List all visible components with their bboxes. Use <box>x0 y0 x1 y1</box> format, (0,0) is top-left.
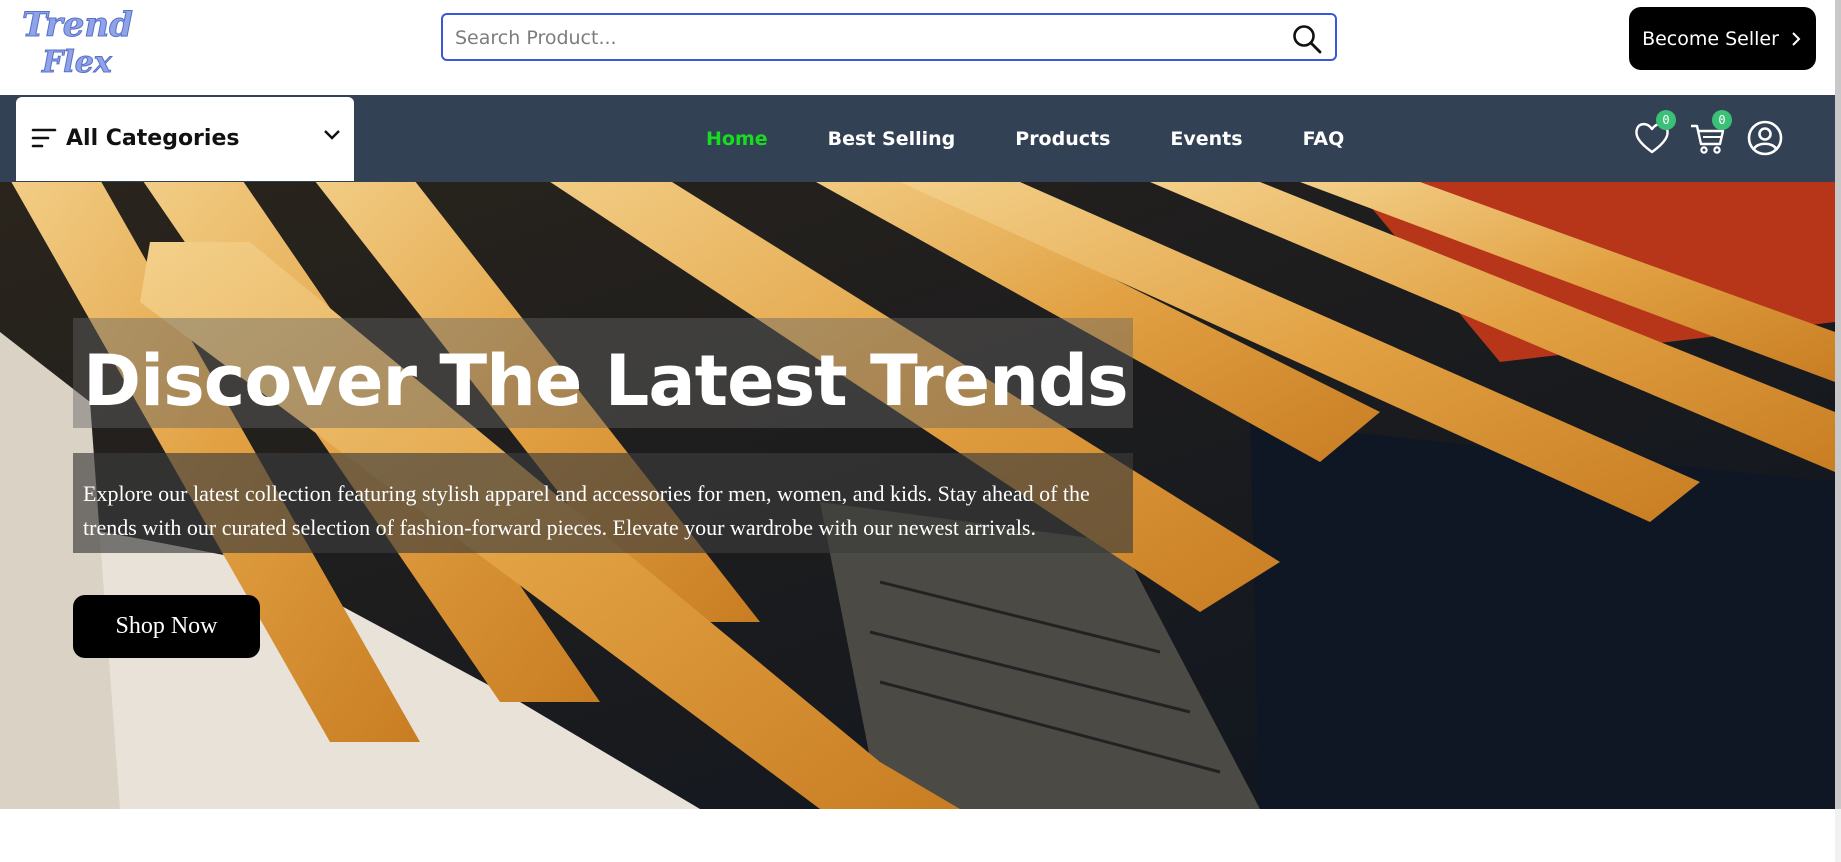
all-categories-label: All Categories <box>66 126 240 151</box>
nav-links: Home Best Selling Products Events FAQ <box>706 95 1404 182</box>
main-navbar: All Categories Home Best Selling Product… <box>0 95 1835 182</box>
become-seller-label: Become Seller <box>1642 27 1779 50</box>
hero-description: Explore our latest collection featuring … <box>83 481 1090 540</box>
search-icon[interactable] <box>1291 23 1323 55</box>
chevron-right-icon <box>1792 31 1801 46</box>
hero-banner: Discover The Latest Trends Explore our l… <box>0 182 1835 809</box>
nav-link-home[interactable]: Home <box>706 128 768 150</box>
page-scrollbar-thumb[interactable] <box>1835 0 1841 809</box>
top-header: Trend Flex Become Seller <box>0 0 1841 95</box>
chevron-down-icon <box>324 130 340 140</box>
nav-link-faq[interactable]: FAQ <box>1303 128 1345 150</box>
brand-logo[interactable]: Trend Flex <box>20 2 150 82</box>
profile-button[interactable] <box>1745 118 1785 158</box>
nav-link-products[interactable]: Products <box>1015 128 1110 150</box>
cart-count-badge: 0 <box>1712 110 1732 130</box>
search-bar <box>441 13 1337 61</box>
wishlist-count-badge: 0 <box>1656 110 1676 130</box>
svg-text:Flex: Flex <box>41 45 113 80</box>
all-categories-dropdown[interactable]: All Categories <box>16 97 354 181</box>
svg-text:Trend: Trend <box>22 5 133 45</box>
nav-link-best-selling[interactable]: Best Selling <box>828 128 956 150</box>
nav-link-events[interactable]: Events <box>1170 128 1242 150</box>
cart-button[interactable]: 0 <box>1688 110 1732 158</box>
wishlist-button[interactable]: 0 <box>1632 110 1676 158</box>
search-input[interactable] <box>453 15 1277 61</box>
become-seller-button[interactable]: Become Seller <box>1629 7 1816 70</box>
menu-icon <box>31 128 57 148</box>
hero-headline: Discover The Latest Trends <box>83 340 1129 422</box>
profile-icon <box>1747 120 1783 156</box>
shop-now-button[interactable]: Shop Now <box>73 595 260 658</box>
